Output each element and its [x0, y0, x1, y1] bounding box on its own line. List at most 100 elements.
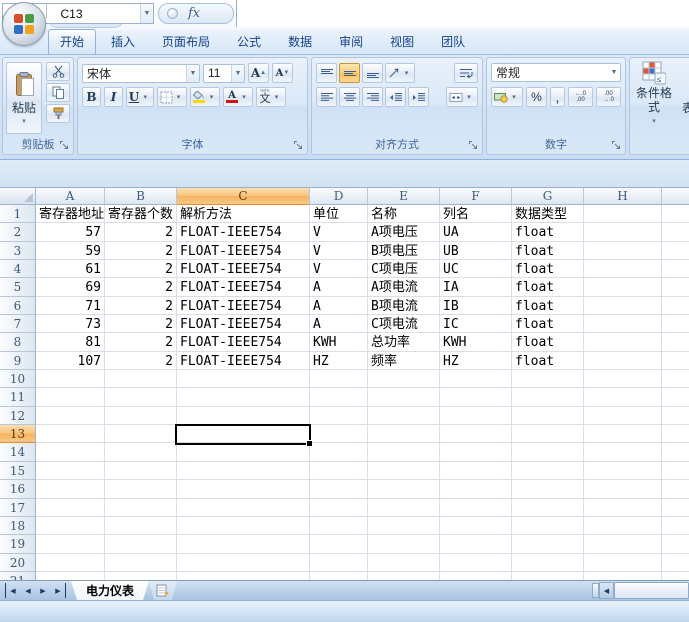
cell-C15[interactable]	[177, 462, 310, 480]
row-header-17[interactable]: 17	[0, 499, 36, 517]
cell-H7[interactable]	[584, 315, 662, 333]
dropdown-icon[interactable]: ▾	[173, 88, 185, 106]
copy-button[interactable]	[46, 83, 70, 102]
dropdown-icon[interactable]: ▼	[186, 65, 199, 82]
wrap-text-button[interactable]	[454, 63, 478, 83]
row-header-21[interactable]: 21	[0, 572, 36, 580]
align-top-button[interactable]	[316, 63, 337, 83]
align-middle-button[interactable]	[339, 63, 360, 83]
cell-B19[interactable]	[105, 535, 177, 553]
cell-A14[interactable]	[36, 443, 105, 461]
cell-G12[interactable]	[512, 407, 584, 425]
cell-C12[interactable]	[177, 407, 310, 425]
cell-F11[interactable]	[440, 388, 512, 406]
cell-F21[interactable]	[440, 572, 512, 580]
cell-D6[interactable]: A	[310, 297, 368, 315]
number-format-select[interactable]: 常规 ▼	[491, 63, 621, 82]
scroll-left-button[interactable]: ◀	[599, 582, 614, 599]
ribbon-tab-formulas[interactable]: 公式	[225, 29, 273, 54]
cell-A17[interactable]	[36, 499, 105, 517]
cell-I9[interactable]	[662, 352, 689, 370]
cell-C16[interactable]	[177, 480, 310, 498]
cell-F4[interactable]: UC	[440, 260, 512, 278]
cell-A10[interactable]	[36, 370, 105, 388]
cell-F5[interactable]: IA	[440, 278, 512, 296]
cell-C2[interactable]: FLOAT-IEEE754	[177, 223, 310, 241]
row-header-7[interactable]: 7	[0, 315, 36, 333]
align-left-button[interactable]	[316, 87, 337, 107]
cell-F10[interactable]	[440, 370, 512, 388]
ribbon-tab-team[interactable]: 团队	[429, 29, 477, 54]
dropdown-icon[interactable]: ▾	[271, 88, 283, 106]
cell-G9[interactable]: float	[512, 352, 584, 370]
row-header-12[interactable]: 12	[0, 407, 36, 425]
cell-I11[interactable]	[662, 388, 689, 406]
cell-D14[interactable]	[310, 443, 368, 461]
cell-I19[interactable]	[662, 535, 689, 553]
cell-G18[interactable]	[512, 517, 584, 535]
cell-A7[interactable]: 73	[36, 315, 105, 333]
formula-input[interactable]	[236, 0, 689, 27]
cell-H16[interactable]	[584, 480, 662, 498]
font-name-select[interactable]: 宋体 ▼	[82, 64, 200, 83]
cell-D13[interactable]	[310, 425, 368, 443]
cell-H4[interactable]	[584, 260, 662, 278]
row-header-11[interactable]: 11	[0, 388, 36, 406]
cell-F18[interactable]	[440, 517, 512, 535]
cell-D10[interactable]	[310, 370, 368, 388]
row-header-14[interactable]: 14	[0, 443, 36, 461]
cell-B18[interactable]	[105, 517, 177, 535]
clipboard-dialog-launcher[interactable]	[59, 140, 70, 151]
column-header-D[interactable]: D	[310, 188, 368, 205]
cell-H9[interactable]	[584, 352, 662, 370]
cell-F7[interactable]: IC	[440, 315, 512, 333]
cell-F16[interactable]	[440, 480, 512, 498]
cell-A9[interactable]: 107	[36, 352, 105, 370]
cell-C10[interactable]	[177, 370, 310, 388]
underline-button[interactable]: U▾	[126, 87, 154, 107]
cell-E15[interactable]	[368, 462, 440, 480]
cell-H6[interactable]	[584, 297, 662, 315]
cell-C3[interactable]: FLOAT-IEEE754	[177, 242, 310, 260]
column-header-C[interactable]: C	[177, 188, 310, 205]
cell-B5[interactable]: 2	[105, 278, 177, 296]
previous-sheet-button[interactable]: ◀	[21, 583, 35, 598]
cell-E5[interactable]: A项电流	[368, 278, 440, 296]
ribbon-tab-page-layout[interactable]: 页面布局	[150, 29, 222, 54]
cell-E7[interactable]: C项电流	[368, 315, 440, 333]
cell-E13[interactable]	[368, 425, 440, 443]
cell-B16[interactable]	[105, 480, 177, 498]
row-header-3[interactable]: 3	[0, 242, 36, 260]
cell-G11[interactable]	[512, 388, 584, 406]
cell-H8[interactable]	[584, 333, 662, 351]
sheet-tab-active[interactable]: 电力仪表	[71, 581, 149, 600]
cell-A16[interactable]	[36, 480, 105, 498]
cell-F14[interactable]	[440, 443, 512, 461]
cell-G5[interactable]: float	[512, 278, 584, 296]
cell-E2[interactable]: A项电压	[368, 223, 440, 241]
next-sheet-button[interactable]: ▶	[36, 583, 50, 598]
cell-A6[interactable]: 71	[36, 297, 105, 315]
row-header-19[interactable]: 19	[0, 535, 36, 553]
italic-button[interactable]: I	[104, 87, 123, 107]
cell-H13[interactable]	[584, 425, 662, 443]
phonetic-guide-button[interactable]: wén文 ▾	[256, 87, 286, 107]
insert-worksheet-button[interactable]: ✶	[149, 581, 177, 600]
cell-F2[interactable]: UA	[440, 223, 512, 241]
alignment-dialog-launcher[interactable]	[468, 140, 479, 151]
row-header-2[interactable]: 2	[0, 223, 36, 241]
cell-G1[interactable]: 数据类型	[512, 205, 584, 223]
cell-E10[interactable]	[368, 370, 440, 388]
cell-E19[interactable]	[368, 535, 440, 553]
cell-H3[interactable]	[584, 242, 662, 260]
cell-G21[interactable]	[512, 572, 584, 580]
column-header-B[interactable]: B	[105, 188, 177, 205]
column-header-H[interactable]: H	[584, 188, 662, 205]
column-header-E[interactable]: E	[368, 188, 440, 205]
increase-decimal-button[interactable]: ←.0.00	[568, 87, 593, 107]
cell-C14[interactable]	[177, 443, 310, 461]
dropdown-icon[interactable]: ▾	[652, 115, 656, 129]
cell-F6[interactable]: IB	[440, 297, 512, 315]
accounting-format-button[interactable]: ▾	[491, 87, 523, 107]
cell-H10[interactable]	[584, 370, 662, 388]
